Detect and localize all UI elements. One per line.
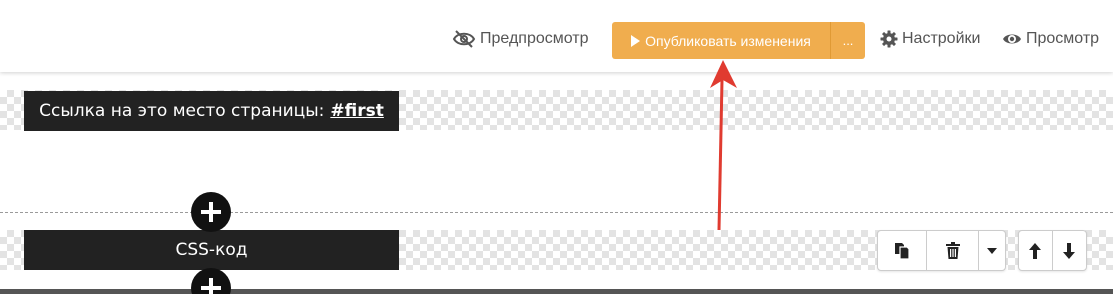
preview-label: Предпросмотр [480, 30, 589, 47]
add-block-button-bottom[interactable] [191, 268, 231, 294]
view-button[interactable]: Просмотр [1002, 28, 1099, 50]
eye-icon [1003, 34, 1021, 44]
delete-block-button[interactable] [927, 231, 979, 270]
settings-button[interactable]: Настройки [880, 28, 980, 50]
settings-label: Настройки [902, 30, 981, 47]
publish-group: Опубликовать изменения ... [612, 22, 865, 59]
publish-button[interactable]: Опубликовать изменения [612, 22, 831, 59]
eye-slash-icon [452, 30, 476, 48]
css-block-label[interactable]: CSS-код [24, 230, 399, 270]
view-label: Просмотр [1026, 30, 1100, 47]
arrow-down-icon [1063, 242, 1076, 259]
bottom-edge [0, 289, 1113, 294]
arrow-up-icon [1029, 242, 1042, 259]
block-move-actions [1018, 230, 1087, 271]
anchor-link[interactable]: #first [330, 101, 383, 121]
block-options-dropdown[interactable] [979, 231, 1005, 270]
preview-toggle[interactable]: Предпросмотр [452, 28, 589, 50]
move-down-button[interactable] [1053, 231, 1087, 270]
publish-more-button[interactable]: ... [831, 22, 865, 59]
publish-label: Опубликовать изменения [645, 32, 811, 49]
page: Предпросмотр Опубликовать изменения ... [0, 0, 1113, 294]
copy-icon [895, 242, 910, 260]
gear-icon [880, 30, 898, 48]
play-icon [631, 34, 641, 47]
caret-down-icon [987, 247, 997, 254]
top-toolbar: Предпросмотр Опубликовать изменения ... [0, 0, 1113, 72]
block-actions [877, 230, 1006, 271]
anchor-label-text: Ссылка на это место страницы: [39, 101, 325, 121]
trash-icon [945, 241, 960, 259]
block-divider [0, 212, 1113, 213]
plus-icon-vertical [209, 278, 213, 294]
anchor-block-label[interactable]: Ссылка на это место страницы: #first [24, 91, 399, 131]
plus-icon-vertical [209, 202, 213, 222]
add-block-button[interactable] [191, 192, 231, 232]
duplicate-block-button[interactable] [878, 231, 927, 270]
move-up-button[interactable] [1019, 231, 1053, 270]
